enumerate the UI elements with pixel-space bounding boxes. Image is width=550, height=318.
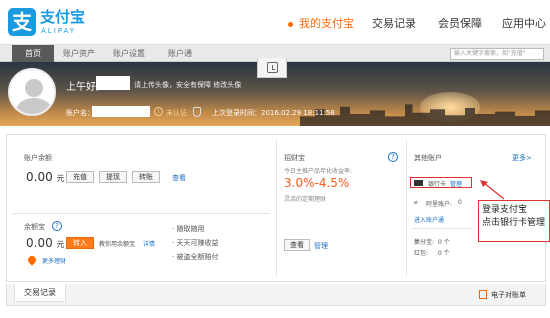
divider xyxy=(12,213,270,214)
zhaocaibao-desc2: 灵活的定期理财 xyxy=(284,196,327,203)
greeting: 上午好, xyxy=(66,82,100,93)
divider xyxy=(276,140,277,276)
yuebao-details-link[interactable]: 详情 xyxy=(143,239,155,248)
other-accounts-title: 其他账户 xyxy=(414,154,442,162)
red-packet-value: 0 个 xyxy=(438,250,450,257)
alipay-logo[interactable]: 支 支付宝 ALIPAY xyxy=(8,8,96,38)
redacted-account-name xyxy=(92,106,150,117)
red-packet-label: 红包: xyxy=(414,250,429,257)
tab-account-tong[interactable]: 账户通 xyxy=(168,45,192,62)
account-name-label: 账户名： xyxy=(66,109,94,117)
redacted-username xyxy=(96,76,130,90)
avatar-head-icon xyxy=(25,79,43,97)
yuebao-title: 余额宝 xyxy=(24,223,45,231)
help-icon[interactable]: ? xyxy=(52,221,62,231)
yuebao-feature: · 天天可赚收益 xyxy=(172,239,219,247)
annotation-line: 登录支付宝 xyxy=(482,205,528,215)
divider xyxy=(406,140,407,276)
zhaocaibao-title: 招财宝 xyxy=(284,154,305,162)
zhaocaibao-manage-link[interactable]: 管理 xyxy=(314,241,328,251)
more-accounts-link[interactable]: 更多> xyxy=(512,153,532,163)
user-verify-icon: ! xyxy=(154,107,163,116)
balance-amount: 0.00 元 xyxy=(26,170,65,184)
annotation-line: 点击银行卡管理 xyxy=(482,218,546,228)
divider xyxy=(412,228,472,229)
nav-transactions[interactable]: 交易记录 xyxy=(372,15,416,31)
logo-subtext: ALIPAY xyxy=(41,27,77,35)
avatar[interactable] xyxy=(8,68,56,116)
tab-account-settings[interactable]: 账户设置 xyxy=(113,45,145,62)
tab-transaction-records[interactable]: 交易记录 xyxy=(14,284,66,302)
more-finance-link[interactable]: 更多理财 xyxy=(42,256,66,265)
zhaocaibao-view-button[interactable]: 查看 xyxy=(284,239,310,251)
enter-account-tong-link[interactable]: 进入账户通 xyxy=(414,215,444,224)
zhaocaibao-rate: 3.0%-4.5% xyxy=(284,176,350,190)
alibaba-account-label: 阿里账户: xyxy=(426,201,453,208)
search-input[interactable]: 输入关键字搜索，如"充值" xyxy=(450,48,544,60)
balance-title: 账户余额 xyxy=(24,154,52,162)
nav-member-protection[interactable]: 会员保障 xyxy=(438,15,482,31)
nav-my-alipay[interactable]: 我的支付宝 xyxy=(288,15,354,31)
last-login-time: 上次登录时间：2016.02.29 18:11:58 xyxy=(212,109,335,117)
withdraw-button[interactable]: 提现 xyxy=(99,171,127,183)
yuebao-amount: 0.00 元 xyxy=(26,236,65,250)
balance-view-link[interactable]: 查看 xyxy=(172,173,186,183)
records-tab-bar xyxy=(6,284,546,306)
active-dot-icon xyxy=(288,21,293,27)
avatar-prompt-link[interactable]: 请上传头像，安全有保障 修改头像 xyxy=(134,80,241,90)
verify-status-link[interactable]: 未认证 xyxy=(166,108,187,118)
bill-icon xyxy=(479,290,487,299)
transfer-button[interactable]: 转账 xyxy=(132,171,160,183)
e-statement-link[interactable]: 电子对账单 xyxy=(491,290,526,300)
nav-app-center[interactable]: 应用中心 xyxy=(502,15,546,31)
shield-icon[interactable] xyxy=(193,107,201,117)
yuebao-feature: · 随取随用 xyxy=(172,225,205,233)
yuebao-tutorial: 教你用余额宝 xyxy=(99,241,136,248)
collapse-banner-button[interactable] xyxy=(257,58,287,78)
recharge-button[interactable]: 充值 xyxy=(66,171,94,183)
transfer-in-button[interactable]: 转入 xyxy=(66,237,94,249)
yuebao-feature: · 被盗全额赔付 xyxy=(172,253,219,261)
alipay-logo-icon: 支 xyxy=(8,8,36,36)
alibaba-icon: ⌀ xyxy=(414,199,418,206)
logo-text: 支付宝 xyxy=(40,8,86,26)
alibaba-account-count: 0 xyxy=(458,199,462,206)
zhaocaibao-desc: 今日主推产品年化收益率: xyxy=(284,168,353,175)
avatar-body-icon xyxy=(16,98,52,114)
annotation-highlight xyxy=(410,177,472,188)
clock-icon xyxy=(267,62,278,73)
help-icon[interactable]: ? xyxy=(388,152,398,162)
tab-account-assets[interactable]: 账户资产 xyxy=(63,45,95,62)
points-label: 集分宝: xyxy=(414,239,435,246)
annotation-arrow-icon xyxy=(480,180,505,200)
top-header: 支 支付宝 ALIPAY 我的支付宝 交易记录 会员保障 应用中心 xyxy=(0,0,550,44)
annotation-callout: 登录支付宝 点击银行卡管理 xyxy=(478,200,550,242)
tab-home[interactable]: 首页 xyxy=(12,45,54,62)
points-value: 0 个 xyxy=(438,239,450,246)
